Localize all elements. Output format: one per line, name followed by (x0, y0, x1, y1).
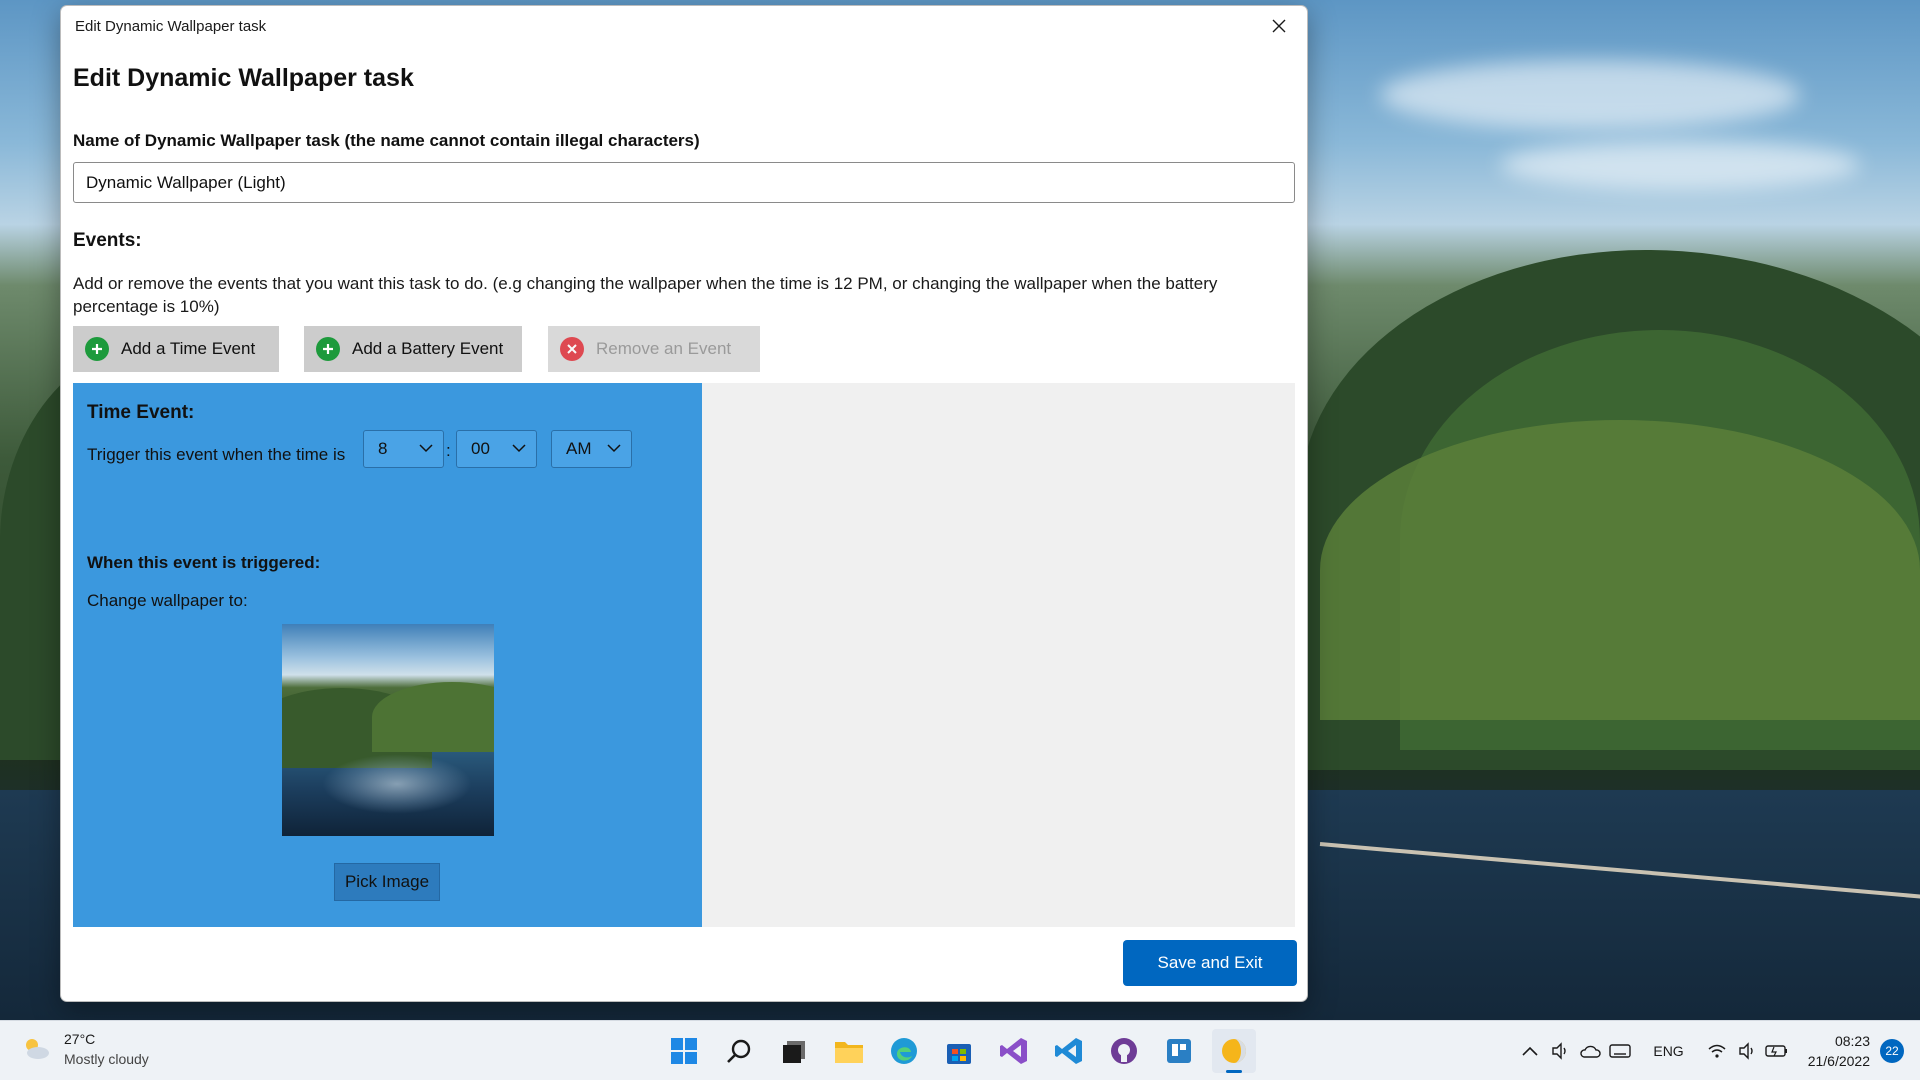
taskbar: 27°C Mostly cloudy ENG 08:23 21/6/2022 2… (0, 1020, 1920, 1080)
page-heading: Edit Dynamic Wallpaper task (73, 64, 414, 92)
weather-temperature: 27°C (64, 1031, 96, 1047)
keyboard-icon[interactable] (1607, 1038, 1633, 1064)
app-icon[interactable] (1157, 1029, 1201, 1073)
time-event-card[interactable]: Time Event: Trigger this event when the … (73, 383, 702, 927)
taskbar-apps (662, 1029, 1267, 1073)
title-bar: Edit Dynamic Wallpaper task (61, 6, 1307, 46)
when-triggered-label: When this event is triggered: (87, 553, 321, 572)
edge-icon[interactable] (882, 1029, 926, 1073)
weather-condition: Mostly cloudy (64, 1051, 149, 1067)
events-label: Events: (73, 230, 142, 251)
task-name-input[interactable] (73, 162, 1295, 203)
dynamic-wallpaper-icon[interactable] (1212, 1029, 1256, 1073)
volume-icon[interactable] (1734, 1038, 1760, 1064)
battery-icon[interactable] (1764, 1038, 1790, 1064)
visual-studio-icon[interactable] (992, 1029, 1036, 1073)
period-value: AM (566, 439, 592, 458)
chevron-down-icon (512, 444, 526, 453)
start-icon[interactable] (662, 1029, 706, 1073)
close-icon (1272, 19, 1286, 33)
add-time-event-label: Add a Time Event (121, 339, 256, 358)
change-wallpaper-label: Change wallpaper to: (87, 591, 248, 610)
clock-date: 21/6/2022 (1807, 1053, 1870, 1069)
window-title: Edit Dynamic Wallpaper task (75, 18, 267, 35)
search-icon[interactable] (717, 1029, 761, 1073)
weather-widget[interactable]: 27°C Mostly cloudy (20, 1031, 149, 1067)
chevron-down-icon (419, 444, 433, 453)
minute-value: 00 (471, 439, 490, 458)
trigger-label: Trigger this event when the time is (87, 445, 346, 464)
events-list: Time Event: Trigger this event when the … (73, 383, 1295, 927)
edit-task-dialog: Edit Dynamic Wallpaper task Edit Dynamic… (60, 5, 1308, 1002)
add-battery-event-label: Add a Battery Event (352, 339, 504, 358)
chevron-down-icon (607, 444, 621, 453)
speaker-device-icon[interactable] (1547, 1038, 1573, 1064)
store-icon[interactable] (937, 1029, 981, 1073)
wifi-icon[interactable] (1704, 1038, 1730, 1064)
add-time-event-button[interactable]: Add a Time Event (73, 326, 279, 372)
time-separator: : (446, 441, 451, 460)
chevron-up-icon[interactable] (1517, 1038, 1543, 1064)
hour-value: 8 (378, 439, 388, 458)
hour-dropdown[interactable]: 8 (363, 430, 444, 468)
remove-circle-icon (560, 337, 584, 361)
clock[interactable]: 08:23 21/6/2022 (1808, 1031, 1870, 1071)
onedrive-icon[interactable] (1577, 1038, 1603, 1064)
save-and-exit-button[interactable]: Save and Exit (1123, 940, 1297, 986)
github-icon[interactable] (1102, 1029, 1146, 1073)
partly-cloudy-icon (20, 1033, 52, 1065)
add-battery-event-button[interactable]: Add a Battery Event (304, 326, 522, 372)
period-dropdown[interactable]: AM (551, 430, 632, 468)
task-view-icon[interactable] (772, 1029, 816, 1073)
remove-event-button[interactable]: Remove an Event (548, 326, 760, 372)
add-circle-icon (85, 337, 109, 361)
system-tray: ENG 08:23 21/6/2022 22 (1517, 1021, 1920, 1080)
remove-event-label: Remove an Event (596, 339, 732, 358)
add-circle-icon (316, 337, 340, 361)
events-description: Add or remove the events that you want t… (73, 274, 1218, 316)
language-indicator[interactable]: ENG (1653, 1043, 1683, 1059)
event-title: Time Event: (87, 402, 195, 423)
pick-image-button[interactable]: Pick Image (334, 863, 440, 901)
minute-dropdown[interactable]: 00 (456, 430, 537, 468)
wallpaper-preview (282, 624, 494, 836)
file-explorer-icon[interactable] (827, 1029, 871, 1073)
notification-badge[interactable]: 22 (1880, 1039, 1904, 1063)
task-name-label: Name of Dynamic Wallpaper task (the name… (73, 131, 700, 150)
close-button[interactable] (1251, 6, 1307, 46)
clock-time: 08:23 (1834, 1033, 1870, 1049)
vscode-icon[interactable] (1047, 1029, 1091, 1073)
